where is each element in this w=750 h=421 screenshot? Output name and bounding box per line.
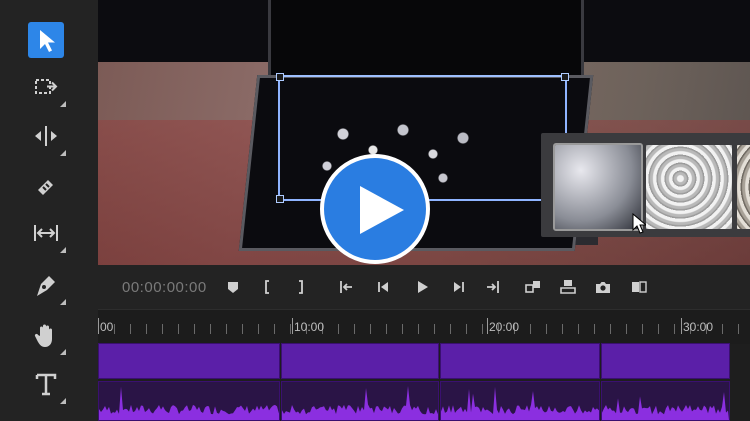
- video-clip[interactable]: [440, 343, 600, 379]
- add-marker-button[interactable]: [222, 276, 244, 298]
- playhead-timecode[interactable]: 00:00:00:00: [122, 279, 207, 296]
- time-ruler[interactable]: 00 10:00 20:00 30:00: [98, 309, 750, 344]
- diamonds-closeup-thumbnail[interactable]: [553, 143, 648, 234]
- step-back-icon: [378, 282, 388, 292]
- tool-group-indicator: [60, 101, 66, 107]
- ruler-major-tick: [292, 318, 293, 334]
- play-overlay-button[interactable]: [320, 154, 430, 264]
- go-to-in-button[interactable]: [336, 276, 358, 298]
- razor-icon: [38, 180, 53, 195]
- type-tool[interactable]: [28, 366, 66, 404]
- ruler-ticks: [98, 324, 750, 334]
- track-select-tool[interactable]: [28, 69, 66, 107]
- audio-clip[interactable]: [440, 381, 600, 421]
- audio-clip[interactable]: [98, 381, 280, 421]
- play-circle-icon: [360, 186, 404, 234]
- timeline-tracks: [98, 343, 730, 421]
- overwrite-icon: [560, 280, 576, 294]
- video-clip[interactable]: [281, 343, 439, 379]
- add-marker-icon: [228, 282, 238, 293]
- insert-button[interactable]: [522, 276, 544, 298]
- ruler-label: 30:00: [683, 320, 714, 334]
- audio-waveform: [441, 386, 599, 420]
- audio-clip[interactable]: [601, 381, 730, 421]
- thumbnail-strip: [541, 133, 750, 237]
- hand-icon: [34, 324, 52, 347]
- transform-handle[interactable]: [561, 73, 569, 81]
- tool-group-indicator: [60, 398, 66, 404]
- track-select-forward-icon: [35, 79, 58, 94]
- slip-tool[interactable]: [28, 215, 66, 253]
- overwrite-button[interactable]: [557, 276, 579, 298]
- razor-tool[interactable]: [28, 168, 64, 204]
- ruler-major-tick: [681, 318, 682, 334]
- export-frame-icon: [596, 282, 610, 293]
- audio-waveform: [602, 392, 729, 420]
- play-icon: [418, 281, 428, 293]
- step-forward-button[interactable]: [447, 276, 469, 298]
- mark-in-icon: [265, 280, 269, 294]
- mark-out-icon: [299, 280, 303, 294]
- audio-clip[interactable]: [281, 381, 439, 421]
- export-frame-button[interactable]: [592, 276, 614, 298]
- diamonds-pile-thumbnail[interactable]: [646, 145, 732, 229]
- comparison-view-icon: [632, 281, 647, 293]
- go-to-out-button[interactable]: [481, 276, 503, 298]
- comparison-view-button[interactable]: [628, 276, 650, 298]
- insert-icon: [525, 281, 540, 293]
- ripple-edit-icon: [35, 126, 57, 146]
- arrow-pointer-icon: [40, 30, 55, 52]
- pen-icon: [37, 276, 55, 296]
- audio-waveform: [282, 386, 438, 420]
- tool-group-indicator: [60, 150, 66, 156]
- ruler-label: 20:00: [489, 320, 520, 334]
- pen-tool[interactable]: [28, 267, 66, 305]
- type-icon: [35, 373, 57, 396]
- ripple-edit-tool[interactable]: [28, 118, 66, 156]
- ruler-major-tick: [98, 318, 99, 334]
- video-clip[interactable]: [601, 343, 730, 379]
- video-clip[interactable]: [98, 343, 280, 379]
- step-forward-icon: [454, 282, 464, 292]
- hand-tool[interactable]: [28, 317, 66, 355]
- transport-controls: 00:00:00:00: [98, 265, 750, 309]
- go-to-in-icon: [340, 281, 352, 293]
- mark-out-button[interactable]: [290, 276, 312, 298]
- transform-handle[interactable]: [276, 73, 284, 81]
- tools-panel: [0, 0, 98, 421]
- step-back-button[interactable]: [373, 276, 395, 298]
- tool-group-indicator: [60, 299, 66, 305]
- tool-group-indicator: [60, 349, 66, 355]
- slip-icon: [34, 225, 58, 241]
- ruler-label: 00: [100, 320, 114, 334]
- selection-tool[interactable]: [28, 22, 64, 58]
- transform-handle[interactable]: [276, 195, 284, 203]
- play-stop-button[interactable]: [411, 276, 433, 298]
- ruler-major-tick: [487, 318, 488, 334]
- diamonds-warm-thumbnail[interactable]: [737, 145, 750, 229]
- tool-group-indicator: [60, 247, 66, 253]
- go-to-out-icon: [487, 281, 499, 293]
- ruler-label: 10:00: [294, 320, 325, 334]
- mark-in-button[interactable]: [256, 276, 278, 298]
- audio-waveform: [99, 386, 279, 420]
